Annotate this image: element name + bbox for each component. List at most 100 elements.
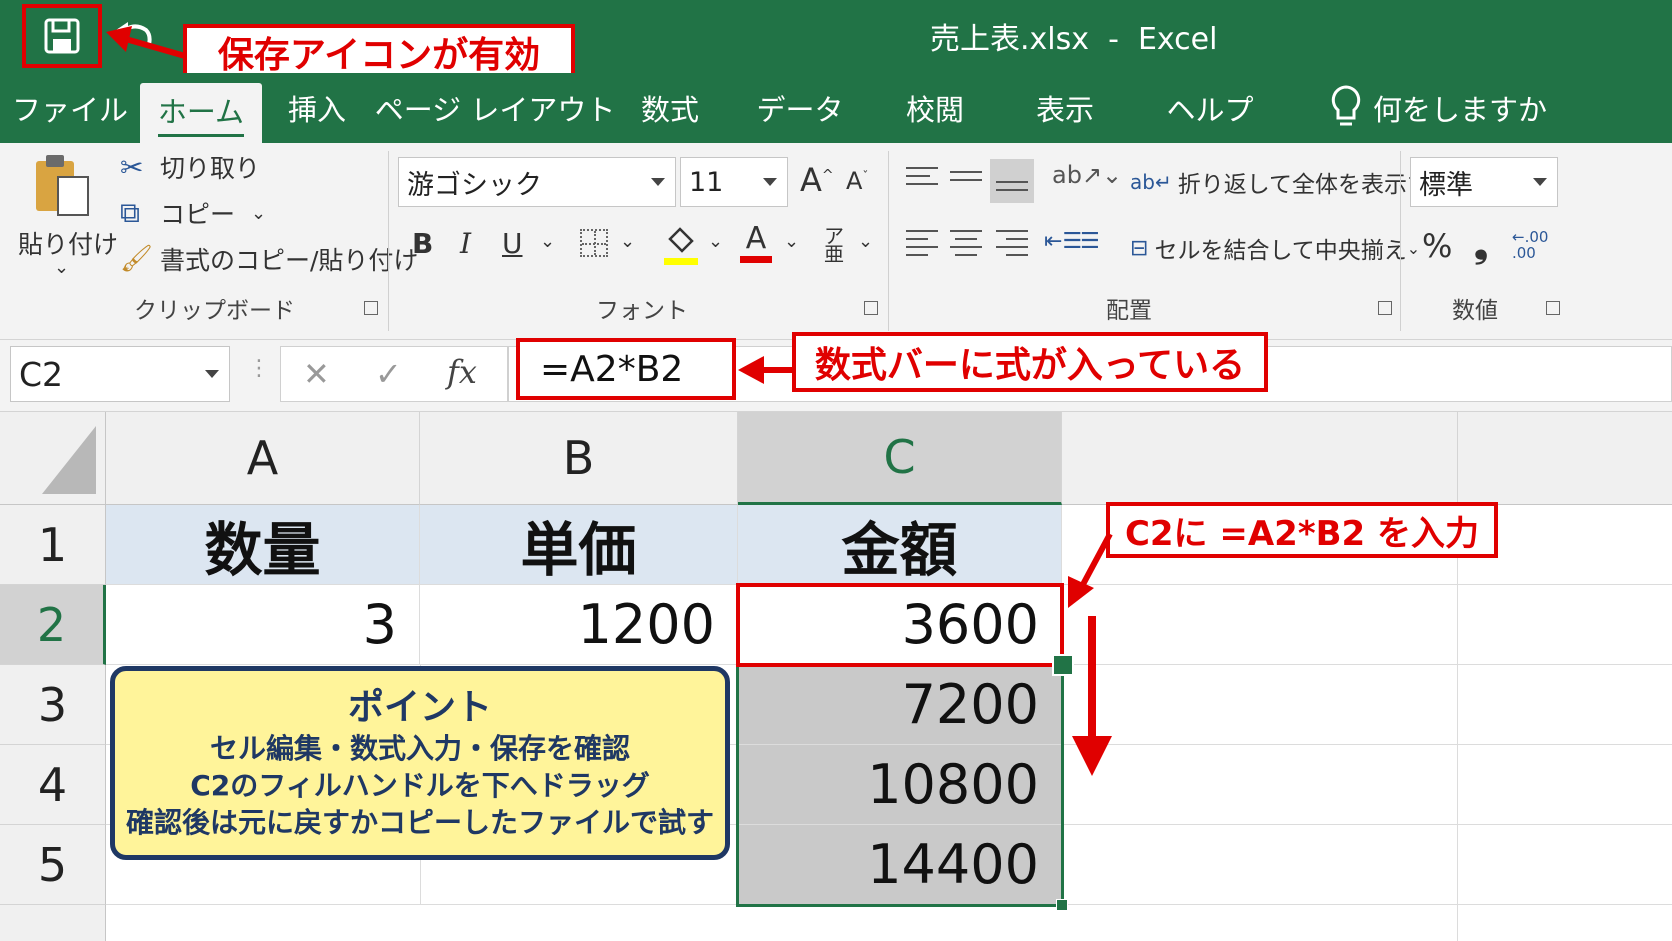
cell-annotation: C2に =A2*B2 を入力 <box>1106 502 1498 558</box>
paste-icon <box>36 155 89 216</box>
chevron-down-icon[interactable]: ⌄ <box>784 231 799 252</box>
point-line-1: セル編集・数式入力・保存を確認 <box>209 731 630 765</box>
fill-handle-bottom <box>1056 899 1068 911</box>
drag-down-arrow <box>1072 616 1112 776</box>
format-painter-button[interactable]: 🖌 書式のコピー/貼り付け <box>120 241 418 277</box>
align-center-icon[interactable] <box>950 225 982 261</box>
cell-a1[interactable]: 数量 <box>106 505 420 585</box>
wrap-icon: ab↵ <box>1130 170 1172 194</box>
enter-icon[interactable]: ✓ <box>375 355 402 393</box>
column-header-e[interactable] <box>1458 412 1672 505</box>
copy-button[interactable]: ⧉ コピー ⌄ <box>120 195 266 231</box>
cell-a2[interactable]: 3 <box>106 585 420 665</box>
more-icon: ⋮ <box>248 356 270 381</box>
cell-c1[interactable]: 金額 <box>738 505 1062 585</box>
tab-review[interactable]: 校閲 <box>890 73 980 143</box>
percent-button[interactable]: % <box>1422 227 1452 265</box>
chevron-down-icon[interactable]: ⌄ <box>540 231 555 252</box>
clipboard-launcher-icon[interactable] <box>364 301 378 315</box>
tab-view[interactable]: 表示 <box>1020 73 1110 143</box>
brush-icon: 🖌 <box>120 244 154 274</box>
ribbon-tabs: ファイル ホーム 挿入 ページ レイアウト 数式 データ 校閲 表示 ヘルプ 何… <box>0 73 1672 143</box>
number-launcher-icon[interactable] <box>1546 301 1560 315</box>
point-line-2: C2のフィルハンドルを下へドラッグ <box>190 768 650 802</box>
increase-indent-icon[interactable]: ☰ <box>1080 229 1100 254</box>
tab-home[interactable]: ホーム <box>140 83 262 143</box>
save-annotation: 保存アイコンが有効 <box>183 24 575 80</box>
cancel-icon[interactable]: ✕ <box>303 355 330 393</box>
title-bar: 保存アイコンが有効 売上表.xlsx - Excel <box>0 0 1672 80</box>
font-group-label: フォント <box>596 298 688 324</box>
font-name-select[interactable]: 游ゴシック <box>398 157 676 207</box>
tab-file[interactable]: ファイル <box>10 73 130 143</box>
merge-center-button[interactable]: ⊟ セルを結合して中央揃え ⌄ <box>1130 231 1420 265</box>
insert-function-icon[interactable]: fx <box>447 353 477 391</box>
row-header-4[interactable]: 4 <box>0 745 106 825</box>
point-line-3: 確認後は元に戻すかコピーしたファイルで試す <box>125 805 714 839</box>
bold-button[interactable]: B <box>412 227 433 260</box>
copy-icon: ⧉ <box>120 196 140 229</box>
point-callout: ポイント セル編集・数式入力・保存を確認 C2のフィルハンドルを下へドラッグ 確… <box>110 666 730 860</box>
chevron-down-icon[interactable]: ⌄ <box>620 231 635 252</box>
cell-b2[interactable]: 1200 <box>420 585 738 665</box>
window-title: 売上表.xlsx - Excel <box>930 22 1218 57</box>
alignment-group-label: 配置 <box>1106 298 1152 324</box>
chevron-down-icon: ⌄ <box>251 202 267 224</box>
row-header-5[interactable]: 5 <box>0 825 106 905</box>
cell-b1[interactable]: 単価 <box>420 505 738 585</box>
tab-help[interactable]: ヘルプ <box>1155 73 1265 143</box>
column-header-c[interactable]: C <box>738 412 1062 505</box>
row-header-1[interactable]: 1 <box>0 505 106 585</box>
borders-icon[interactable] <box>580 229 608 257</box>
increase-font-button[interactable]: A^ <box>800 161 834 199</box>
paste-button[interactable]: 貼り付け ⌄ <box>14 151 118 281</box>
column-header-a[interactable]: A <box>106 412 420 505</box>
chevron-down-icon[interactable]: ⌄ <box>708 231 723 252</box>
tell-me-search[interactable]: 何をしますか <box>1373 73 1547 143</box>
underline-button[interactable]: U <box>502 227 523 260</box>
c2-highlight <box>736 583 1064 667</box>
tab-page-layout[interactable]: ページ レイアウト <box>375 73 616 143</box>
formula-annotation: 数式バーに式が入っている <box>792 332 1268 392</box>
row-header-6[interactable] <box>0 905 106 941</box>
chevron-down-icon[interactable]: ⌄ <box>858 231 873 252</box>
tab-insert[interactable]: 挿入 <box>272 73 362 143</box>
merge-icon: ⊟ <box>1130 235 1149 261</box>
orientation-icon[interactable]: ab↗⌄ <box>1052 161 1122 189</box>
lightbulb-icon[interactable] <box>1326 83 1366 133</box>
align-bottom-icon[interactable] <box>990 159 1034 203</box>
column-header-d[interactable] <box>1062 412 1458 505</box>
formula-buttons: ✕ ✓ fx <box>280 346 508 402</box>
formula-input[interactable]: =A2*B2 <box>516 338 736 400</box>
formula-bar-area: C2 ⋮ ✕ ✓ fx =A2*B2 数式バーに式が入っている <box>0 332 1672 412</box>
save-icon[interactable] <box>22 4 102 68</box>
column-header-b[interactable]: B <box>420 412 738 505</box>
phonetic-icon[interactable]: ア亜 <box>824 226 844 264</box>
decrease-indent-icon[interactable]: ⇤☰ <box>1044 229 1082 254</box>
increase-decimal-icon[interactable]: ←.00.00 <box>1512 229 1548 261</box>
tab-data[interactable]: データ <box>745 73 855 143</box>
row-header-2[interactable]: 2 <box>0 585 106 665</box>
italic-button[interactable]: I <box>460 227 471 260</box>
decrease-font-button[interactable]: Aˇ <box>846 167 868 195</box>
number-format-select[interactable]: 標準 <box>1410 157 1558 207</box>
comma-button[interactable]: ❟ <box>1474 225 1488 267</box>
fill-color-icon[interactable] <box>664 225 698 265</box>
wrap-text-button[interactable]: ab↵ 折り返して全体を表示する <box>1130 165 1453 199</box>
align-middle-icon[interactable] <box>950 161 982 191</box>
ribbon: 貼り付け ⌄ ✂ 切り取り ⧉ コピー ⌄ 🖌 書式のコピー/貼り付け クリップ… <box>0 143 1672 340</box>
alignment-launcher-icon[interactable] <box>1378 301 1392 315</box>
tab-formulas[interactable]: 数式 <box>625 73 715 143</box>
align-right-icon[interactable] <box>996 225 1028 261</box>
font-size-select[interactable]: 11 <box>680 157 788 207</box>
align-top-icon[interactable] <box>906 161 938 191</box>
name-box[interactable]: C2 <box>10 346 230 402</box>
font-color-button[interactable]: A <box>740 221 772 263</box>
select-all-corner[interactable] <box>0 412 106 505</box>
align-left-icon[interactable] <box>906 225 938 261</box>
row-header-3[interactable]: 3 <box>0 665 106 745</box>
worksheet: A B C 1 2 3 4 5 数量 単価 金額 3 1200 3600 720… <box>0 412 1672 941</box>
font-launcher-icon[interactable] <box>864 301 878 315</box>
point-title: ポイント <box>347 686 492 728</box>
cut-button[interactable]: ✂ 切り取り <box>120 149 260 185</box>
